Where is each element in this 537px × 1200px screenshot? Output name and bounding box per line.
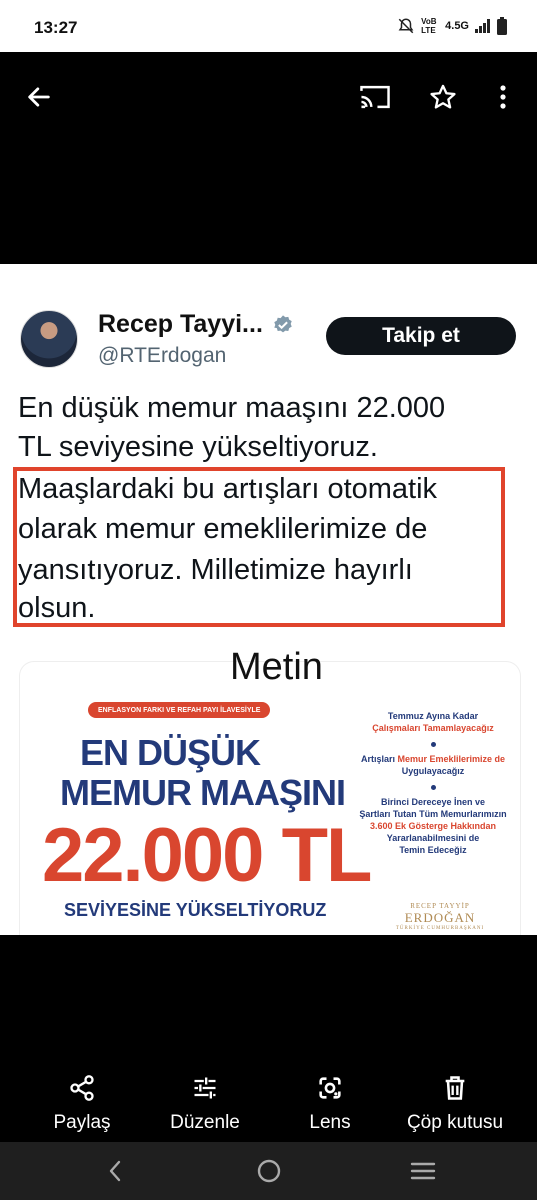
action-label: Çöp kutusu (406, 1112, 504, 1133)
card-item-text: Çalışmaları Tamamlayacağız (372, 723, 494, 733)
card-pill: ENFLASYON FARKI VE REFAH PAYI İLAVESİYLE (88, 702, 271, 718)
status-bar: 13:27 VoB LTE 4.5G (0, 0, 537, 52)
author-handle: @RTErdogan (98, 344, 227, 367)
battery-icon (497, 17, 507, 35)
bottom-actions: Paylaş Düzenle Lens Çöp kutusu (0, 1060, 537, 1140)
status-time: 13:27 (34, 18, 78, 37)
author-name: Recep Tayyi... (98, 310, 263, 338)
tweet-line: En düşük memur maaşını 22.000 (18, 392, 446, 424)
card-big-value: 22.000 TL (42, 813, 372, 898)
back-arrow-icon[interactable] (22, 80, 56, 114)
card-item-text: Birinci Dereceye İnen ve (380, 797, 486, 807)
card-dot (430, 742, 436, 747)
highlight-box (13, 467, 505, 627)
lens-icon (319, 1077, 341, 1099)
cast-icon[interactable] (358, 80, 392, 114)
signature-caption: TÜRKİYE CUMHURBAŞKANI (395, 926, 485, 931)
mute-icon (398, 18, 414, 34)
action-label: Paylaş (53, 1112, 111, 1133)
card-item-text: Yararlanabilmesini de (386, 833, 480, 843)
edit-button[interactable]: Düzenle (145, 1060, 265, 1134)
trash-icon (445, 1076, 465, 1100)
back-nav-icon[interactable] (100, 1156, 130, 1186)
trash-button[interactable]: Çöp kutusu (395, 1060, 515, 1134)
card-item-text: Memur Emeklilerimize de (397, 754, 506, 764)
card-subtitle: SEVİYESİNE YÜKSELTİYORUZ (64, 900, 327, 920)
card-title-line1: EN DÜŞÜK (80, 732, 261, 773)
network-type: 4.5G (445, 20, 469, 32)
tweet-line: TL seviyesine yükseltiyoruz. (18, 431, 378, 463)
follow-button: Takip et (326, 317, 516, 355)
signature-name: ERDOĞAN (404, 910, 476, 925)
status-icons: VoB LTE 4.5G (397, 17, 507, 35)
share-button[interactable]: Paylaş (22, 1060, 142, 1134)
verified-badge-icon (274, 315, 292, 333)
card-item-text: Uygulayacağız (401, 766, 465, 776)
card-item-text: 3.600 Ek Gösterge Hakkından (369, 821, 497, 831)
card-item-text: Temin Edeceğiz (399, 845, 467, 855)
home-nav-icon[interactable] (254, 1156, 284, 1186)
card-title-line2: MEMUR MAAŞINI (60, 772, 346, 813)
card-item-text: Temmuz Ayına Kadar (387, 711, 479, 721)
more-vert-icon[interactable] (486, 80, 520, 114)
action-label: Düzenle (170, 1112, 240, 1133)
lens-button[interactable]: Lens (270, 1060, 390, 1134)
viewer-toolbar (0, 52, 537, 264)
tune-icon (194, 1077, 216, 1099)
card-list-item: Birinci Dereceye İnen ve Şartları Tutan … (348, 796, 518, 856)
photo-content[interactable]: Recep Tayyi... @RTErdogan Takip et En dü… (0, 264, 537, 935)
metin-overlay-label: Metin (230, 646, 323, 688)
signature: RECEP TAYYİP ERDOĞAN TÜRKİYE CUMHURBAŞKA… (380, 902, 500, 931)
card-item-text: Şartları Tutan Tüm Memurlarımızın (359, 809, 507, 819)
card-list-item: Artışları Memur Emeklilerimize de Uygula… (348, 753, 518, 777)
action-label: Lens (309, 1112, 351, 1133)
navigation-bar (0, 1142, 537, 1200)
card-list: Temmuz Ayına Kadar Çalışmaları Tamamlaya… (348, 710, 518, 864)
card-list-item: Temmuz Ayına Kadar Çalışmaları Tamamlaya… (348, 710, 518, 734)
avatar (20, 310, 78, 368)
volte-indicator: VoB LTE (421, 17, 437, 35)
recents-nav-icon[interactable] (408, 1156, 438, 1186)
tweet-image-card: ENFLASYON FARKI VE REFAH PAYI İLAVESİYLE… (20, 662, 520, 935)
card-dot (430, 785, 436, 790)
signal-icon (475, 19, 490, 33)
card-item-text: Artışları (360, 754, 398, 764)
share-icon (70, 1075, 94, 1101)
star-icon[interactable] (426, 80, 460, 114)
signature-small: RECEP TAYYİP (410, 902, 470, 910)
